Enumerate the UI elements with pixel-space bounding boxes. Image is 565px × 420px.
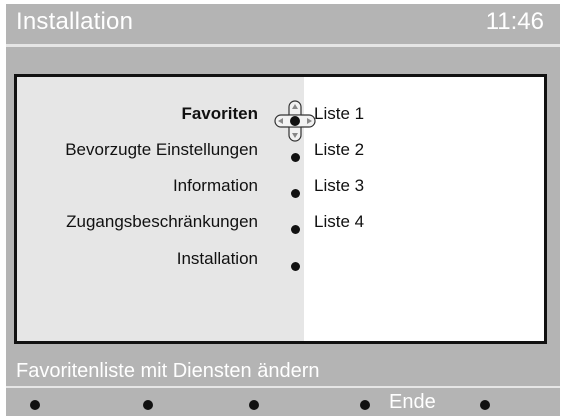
function-key-blue[interactable] (360, 400, 370, 410)
list-item-liste-2[interactable]: Liste 2 (314, 140, 364, 160)
main-menu: Favoriten Bevorzugte Einstellungen Infor… (17, 77, 304, 341)
function-key-yellow[interactable] (249, 400, 259, 410)
status-text: Favoritenliste mit Diensten ändern (16, 360, 320, 382)
menu-bullet (291, 153, 300, 162)
navigation-cursor-icon (274, 100, 316, 142)
function-key-extra[interactable] (480, 400, 490, 410)
list-item-liste-1[interactable]: Liste 1 (314, 104, 364, 124)
title-bar: Installation 11:46 (6, 4, 560, 42)
menu-item-installation[interactable]: Installation (177, 249, 258, 269)
menu-panel: Favoriten Bevorzugte Einstellungen Infor… (14, 74, 547, 344)
tv-screen: Installation 11:46 Favoriten Bevorzugte … (6, 4, 560, 416)
function-key-bar: Ende (6, 390, 560, 416)
clock: 11:46 (485, 8, 544, 35)
menu-item-zugangsbeschraenkungen[interactable]: Zugangsbeschränkungen (66, 212, 258, 232)
function-key-green[interactable] (143, 400, 153, 410)
function-key-red[interactable] (30, 400, 40, 410)
menu-item-bevorzugte-einstellungen[interactable]: Bevorzugte Einstellungen (65, 140, 258, 160)
menu-item-information[interactable]: Information (173, 176, 258, 196)
menu-bullet (291, 225, 300, 234)
status-divider (6, 386, 560, 388)
page-title: Installation (16, 8, 134, 35)
menu-bullet (291, 189, 300, 198)
menu-item-favoriten[interactable]: Favoriten (181, 104, 258, 124)
list-item-liste-4[interactable]: Liste 4 (314, 212, 364, 232)
list-item-liste-3[interactable]: Liste 3 (314, 176, 364, 196)
title-divider (6, 44, 560, 47)
end-button-label[interactable]: Ende (389, 391, 436, 414)
menu-bullet (291, 262, 300, 271)
